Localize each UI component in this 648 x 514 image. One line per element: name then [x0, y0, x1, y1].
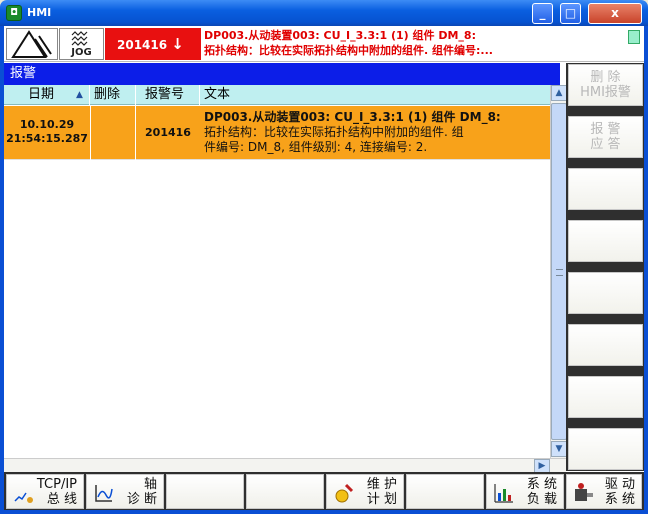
horizontal-scrollbar[interactable]: ▶	[4, 458, 566, 473]
softkey-bottom-4[interactable]	[246, 474, 324, 509]
softkey-label: 删 除	[590, 70, 621, 85]
softkey-8[interactable]	[568, 428, 643, 470]
window-titlebar: ◘ HMI _ □ x	[0, 0, 648, 26]
delete-hmi-alarm-button[interactable]: 删 除 HMI报警	[568, 64, 643, 106]
row-text-line1: DP003.从动装置003: CU_I_3.3:1 (1) 组件 DM_8:	[204, 110, 501, 124]
minimize-button[interactable]: _	[532, 3, 553, 24]
row-delete-cell	[90, 106, 136, 160]
softkey-6[interactable]	[568, 324, 643, 366]
scroll-thumb[interactable]	[551, 103, 567, 440]
softkey-label-line2: 计 划	[366, 492, 397, 507]
alarm-message: DP003.从动装置003: CU_I_3.3:1 (1) 组件 DM_8: 拓…	[204, 28, 624, 60]
machine-logo-icon	[6, 28, 58, 60]
system-load-button[interactable]: 系 统 负 载	[486, 474, 564, 509]
row-alarm-number: 201416	[145, 126, 191, 139]
drive-system-button[interactable]: 驱 动 系 统	[566, 474, 642, 509]
softkey-3[interactable]	[568, 168, 643, 210]
row-text-cell: DP003.从动装置003: CU_I_3.3:1 (1) 组件 DM_8: 拓…	[201, 106, 550, 160]
softkey-label: 系 统 负 载	[527, 477, 557, 507]
hmi-client-area: JOG 201416 ↓ DP003.从动装置003: CU_I_3.3:1 (…	[4, 26, 644, 510]
row-date-cell: 10.10.29 21:54:15.287	[4, 106, 90, 160]
table-header: 日期 ▲ 删除 报警号 文本	[4, 85, 550, 105]
softkey-label: 轴 诊 断	[127, 477, 157, 507]
alarm-table: 日期 ▲ 删除 报警号 文本 10.10.29 21:54:15.287 201…	[4, 85, 550, 458]
softkey-label-line1: TCP/IP	[36, 477, 77, 492]
column-header-delete[interactable]: 删除	[90, 85, 136, 105]
softkey-label: 报 警	[590, 122, 621, 137]
close-button[interactable]: x	[588, 3, 642, 24]
column-label: 日期	[28, 87, 55, 102]
softkey-label: HMI报警	[580, 85, 631, 100]
alarm-message-line2: 拓扑结构：比较在实际拓扑结构中附加的组件. 组件编号:...	[204, 44, 493, 57]
softkey-label-line2: 系 统	[604, 492, 635, 507]
maintenance-plan-button[interactable]: 维 护 计 划	[326, 474, 404, 509]
softkey-label: 维 护 计 划	[367, 477, 397, 507]
row-date: 10.10.29	[19, 118, 75, 131]
maximize-button[interactable]: □	[560, 3, 581, 24]
softkey-bottom-6[interactable]	[406, 474, 484, 509]
jog-mode-indicator: JOG	[59, 28, 104, 60]
softkey-label: 驱 动 系 统	[605, 477, 635, 507]
alarm-number: 201416	[117, 38, 168, 52]
scroll-right-icon[interactable]: ▶	[534, 459, 550, 473]
softkey-label-line2: 负 载	[526, 492, 557, 507]
alarm-message-line1: DP003.从动装置003: CU_I_3.3:1 (1) 组件 DM_8:	[204, 29, 476, 42]
softkey-label-line1: 系 统	[526, 477, 557, 492]
horizontal-softkey-bar: TCP/IP 总 线 轴 诊 断 维 护 计 划 系 统 负 载 驱 动 系 统	[4, 472, 644, 510]
axis-icon	[95, 485, 113, 502]
sort-ascending-icon: ▲	[76, 90, 83, 100]
softkey-label-line1: 轴	[143, 477, 157, 492]
status-header: JOG 201416 ↓ DP003.从动装置003: CU_I_3.3:1 (…	[4, 26, 644, 62]
jog-wave-icon	[71, 31, 88, 46]
column-header-alarm-number[interactable]: 报警号	[136, 85, 200, 105]
softkey-5[interactable]	[568, 272, 643, 314]
tcp-ip-bus-button[interactable]: TCP/IP 总 线	[6, 474, 84, 509]
bar-chart-icon	[494, 484, 513, 503]
section-title: 报警	[4, 63, 560, 85]
acknowledge-alarm-button[interactable]: 报 警 应 答	[568, 116, 643, 158]
arrow-down-icon: ↓	[171, 35, 184, 53]
maintenance-icon	[335, 483, 354, 503]
grip-icon	[556, 269, 563, 276]
vertical-scrollbar[interactable]: ▲ ▼	[550, 85, 567, 458]
row-text-line3: 件编号: DM_8, 组件级别: 4, 连接编号: 2.	[204, 140, 428, 154]
active-alarm-badge[interactable]: 201416 ↓	[105, 28, 201, 60]
table-row[interactable]: 10.10.29 21:54:15.287 201416 DP003.从动装置0…	[4, 106, 550, 160]
row-time: 21:54:15.287	[6, 132, 88, 145]
softkey-label: TCP/IP 总 线	[37, 477, 77, 507]
column-header-date[interactable]: 日期 ▲	[4, 85, 90, 105]
softkey-label-line2: 诊 断	[126, 492, 157, 507]
network-icon	[14, 492, 33, 503]
softkey-label-line2: 总 线	[46, 492, 77, 507]
window-title: HMI	[27, 6, 52, 19]
column-header-text[interactable]: 文本	[200, 85, 550, 105]
softkey-label-line1: 维 护	[366, 477, 397, 492]
axis-diagnostics-button[interactable]: 轴 诊 断	[86, 474, 164, 509]
vertical-softkey-bar: 删 除 HMI报警 报 警 应 答	[566, 63, 644, 471]
softkey-7[interactable]	[568, 376, 643, 418]
softkey-label-line1: 驱 动	[604, 477, 635, 492]
row-text-line2: 拓扑结构：比较在实际拓扑结构中附加的组件. 组	[204, 125, 464, 139]
mode-label: JOG	[71, 47, 92, 58]
softkey-4[interactable]	[568, 220, 643, 262]
scroll-down-icon[interactable]: ▼	[551, 441, 567, 457]
drive-icon	[575, 483, 593, 501]
network-status-icon	[628, 30, 640, 44]
softkey-bottom-3[interactable]	[166, 474, 244, 509]
window-frame: JOG 201416 ↓ DP003.从动装置003: CU_I_3.3:1 (…	[0, 26, 648, 514]
softkey-label: 应 答	[590, 137, 621, 152]
app-icon: ◘	[6, 5, 22, 21]
scroll-up-icon[interactable]: ▲	[551, 85, 567, 101]
